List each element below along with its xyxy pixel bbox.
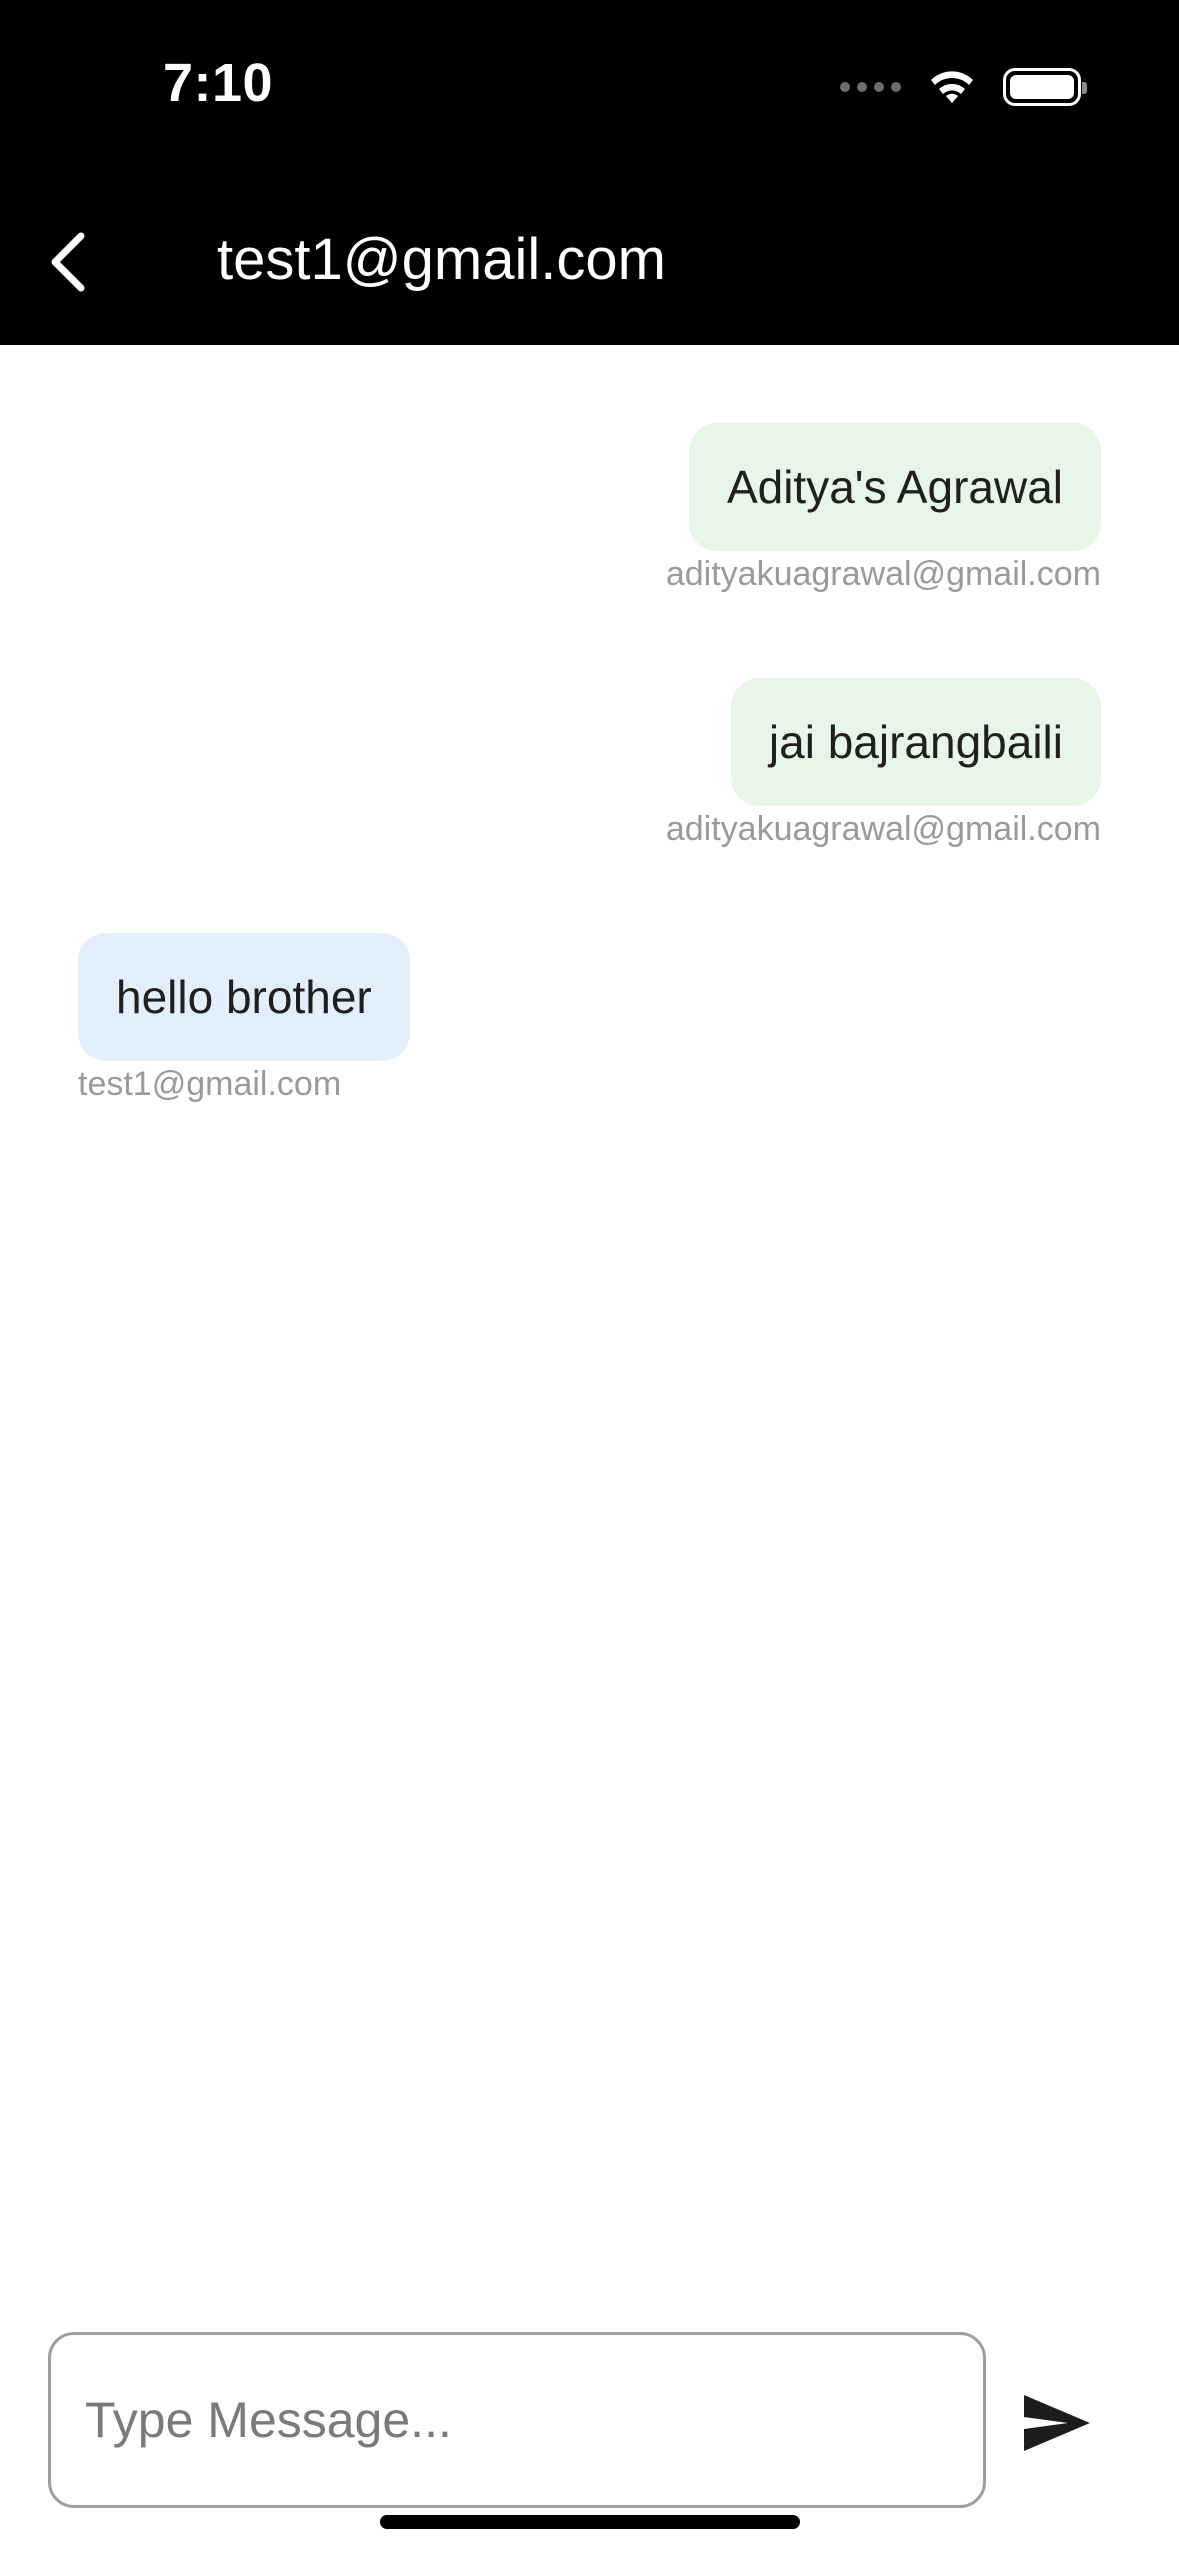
status-time: 7:10: [163, 53, 274, 113]
message-item: Aditya's Agrawal adityakuagrawal@gmail.c…: [666, 423, 1101, 594]
chat-screen: 7:10 test1@gmail.com Aditya's Agrawal ad…: [0, 0, 1179, 2556]
chat-title: test1@gmail.com: [217, 227, 666, 292]
back-button[interactable]: [35, 222, 99, 302]
send-button[interactable]: [1012, 2378, 1102, 2468]
message-item: jai bajrangbaili adityakuagrawal@gmail.c…: [666, 678, 1101, 849]
app-header: 7:10 test1@gmail.com: [0, 0, 1179, 345]
message-bubble[interactable]: hello brother: [78, 933, 410, 1061]
message-bubble[interactable]: jai bajrangbaili: [730, 678, 1101, 806]
cellular-signal-icon: [840, 82, 901, 92]
message-input[interactable]: [48, 2332, 986, 2508]
send-icon: [1024, 2395, 1090, 2451]
message-sender: adityakuagrawal@gmail.com: [665, 810, 1101, 848]
chevron-left-icon: [51, 232, 85, 292]
message-bubble[interactable]: Aditya's Agrawal: [688, 423, 1101, 551]
status-icons: [840, 62, 1087, 112]
message-sender: adityakuagrawal@gmail.com: [665, 555, 1101, 593]
message-sender: test1@gmail.com: [78, 1065, 342, 1103]
battery-icon: [1003, 68, 1087, 106]
home-indicator: [380, 2515, 800, 2529]
message-item: hello brother test1@gmail.com: [78, 933, 410, 1104]
wifi-icon: [931, 71, 973, 103]
